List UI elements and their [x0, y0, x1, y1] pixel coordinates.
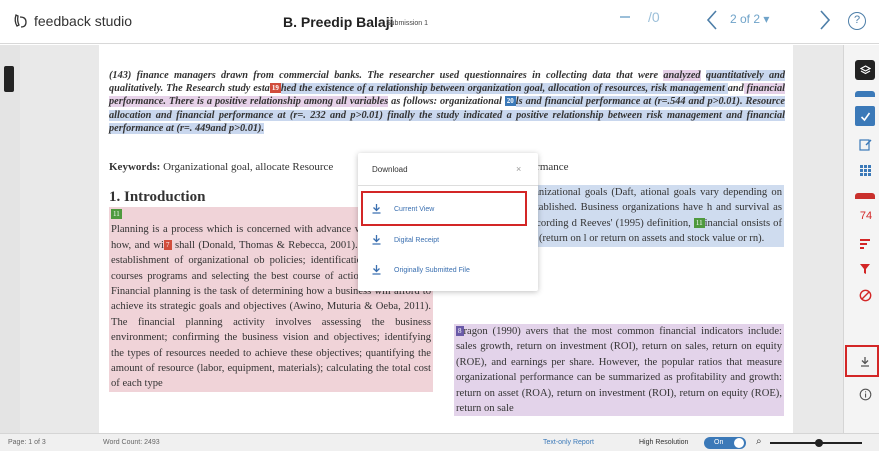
match-marker[interactable]: 11: [111, 209, 122, 219]
download-icon: [372, 265, 381, 275]
abstract-segment: variables: [349, 96, 389, 108]
exclude-sources-button[interactable]: [855, 285, 875, 305]
zoom-slider-handle[interactable]: [815, 439, 823, 447]
feedback-studio-logo-icon: [14, 14, 27, 28]
download-icon: [372, 235, 381, 245]
abstract-segment: as follows: organizational: [388, 96, 505, 108]
keywords-label: Keywords:: [109, 161, 161, 173]
next-paper-chevron-icon[interactable]: [815, 8, 835, 32]
divider: [358, 185, 538, 186]
filter-button[interactable]: [855, 259, 875, 279]
logo: feedback studio: [13, 13, 132, 29]
paper-selector-dropdown[interactable]: 2 of 2 ▾: [730, 12, 769, 26]
close-icon[interactable]: ×: [516, 164, 521, 174]
abstract-segment: analyzed: [663, 70, 701, 81]
previous-paper-chevron-icon[interactable]: [702, 8, 722, 32]
similarity-score[interactable]: 74: [856, 210, 876, 222]
download-dialog: Download × Current View Digital Receipt …: [358, 153, 538, 291]
grid-icon: [859, 164, 871, 176]
similarity-section-tab[interactable]: [855, 193, 875, 199]
right-column-second-paragraph: 8 ragon (1990) avers that the most common…: [454, 324, 784, 417]
all-sources-button[interactable]: [855, 234, 875, 254]
option-label: Digital Receipt: [394, 236, 440, 244]
student-name: B. Preedip Balaji: [283, 14, 394, 30]
zoom-icon[interactable]: ⌕: [756, 436, 762, 447]
feedback-summary-button[interactable]: [855, 134, 875, 154]
score-denominator: /0: [648, 9, 660, 25]
layers-icon: [859, 64, 871, 74]
status-bar: Page: 1 of 3 Word Count: 2493 Text-only …: [0, 433, 879, 451]
text-only-report-link[interactable]: Text-only Report: [543, 439, 594, 446]
current-view-highlight-box: [361, 191, 527, 226]
submission-label[interactable]: Submission 1: [386, 20, 428, 27]
match-marker[interactable]: 19: [269, 83, 281, 94]
edit-icon: [858, 138, 871, 151]
quickmarks-button[interactable]: [855, 106, 875, 126]
submission-info-button[interactable]: [855, 384, 875, 404]
option-label: Originally Submitted File: [394, 266, 470, 274]
keywords-line: Keywords: Organizational goal, allocate …: [109, 161, 333, 173]
download-original-file-option[interactable]: Originally Submitted File: [372, 263, 470, 277]
help-icon[interactable]: ?: [848, 12, 866, 30]
abstract-segment: and: [727, 83, 744, 95]
download-digital-receipt-option[interactable]: Digital Receipt: [372, 233, 439, 247]
left-panel-toggle[interactable]: [4, 66, 14, 92]
logo-text: feedback studio: [34, 13, 133, 29]
match-marker[interactable]: 7: [164, 239, 172, 250]
abstract-segment: hed the existence of a relationship betw…: [280, 83, 728, 95]
prohibited-icon: [859, 289, 871, 301]
filter-icon: [860, 264, 870, 274]
word-count: Word Count: 2493: [103, 439, 160, 446]
keywords-left: Organizational goal, allocate Resource: [163, 161, 334, 173]
grading-section-tab[interactable]: [855, 91, 875, 97]
top-bar: feedback studio B. Preedip Balaji Submis…: [0, 0, 879, 44]
abstract-segment: qualitatively. The Research study esta: [109, 83, 270, 95]
abstract-segment: quantitatively and: [705, 70, 785, 81]
match-marker[interactable]: 8: [456, 326, 464, 336]
toggle-knob: [734, 438, 744, 448]
match-marker[interactable]: 11: [693, 217, 705, 228]
abstract-text: (143) finance managers drawn from commer…: [109, 69, 785, 135]
rubric-button[interactable]: [855, 160, 875, 180]
match-marker[interactable]: 20: [504, 96, 516, 107]
introduction-heading: 1. Introduction: [109, 189, 206, 205]
download-dialog-title: Download: [372, 165, 408, 174]
download-button-highlight-box: [845, 345, 879, 377]
score-input[interactable]: [620, 16, 630, 18]
layers-button[interactable]: [855, 60, 875, 80]
high-resolution-toggle[interactable]: On: [704, 437, 746, 449]
toggle-state-label: On: [714, 439, 724, 446]
left-panel-strip: [0, 45, 20, 433]
list-bars-icon: [860, 239, 870, 249]
abstract-segment: (143) finance managers drawn from commer…: [109, 70, 664, 81]
info-icon: [859, 388, 871, 400]
page-count: Page: 1 of 3: [8, 439, 46, 446]
checkmark-icon: [860, 112, 870, 121]
right-paragraph-2: ragon (1990) avers that the most common …: [456, 326, 782, 415]
high-resolution-label: High Resolution: [639, 439, 689, 446]
